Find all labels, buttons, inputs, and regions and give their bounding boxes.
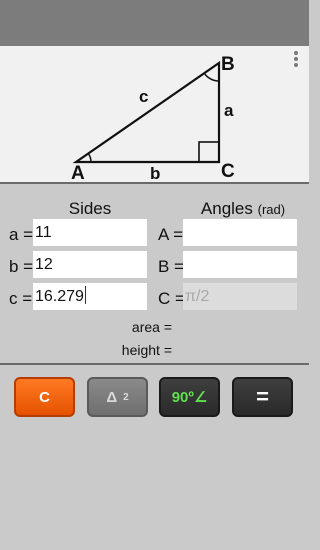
triangle-diagram: A B C a b c [0, 46, 309, 184]
vertex-a-label: A [71, 163, 85, 184]
side-c-field-label: c = [9, 289, 33, 308]
area-label: area = [131, 319, 172, 335]
angles-heading: Angles (rad) [188, 200, 298, 217]
area-button-superscript: 2 [123, 391, 129, 403]
sides-heading: Sides [68, 199, 112, 218]
side-a-label: a [224, 101, 234, 120]
vertex-b-label: B [221, 54, 235, 75]
angle-a-field-label: A = [158, 225, 184, 244]
equals-button[interactable]: = [232, 377, 293, 417]
angle-c-field-label: C = [158, 289, 185, 308]
triangle-shape [72, 60, 221, 164]
angle-c-input: π/2 [183, 283, 297, 310]
side-a-field-label: a = [9, 225, 34, 244]
angle-b-input[interactable] [183, 251, 297, 278]
angles-heading-label: Angles [200, 199, 253, 218]
vertex-c-label: C [221, 161, 235, 182]
side-b-input[interactable]: 12 [33, 251, 147, 278]
right-angle-button[interactable]: 90º∠ [159, 377, 220, 417]
angles-unit-label: (rad) [257, 202, 286, 217]
status-bar [0, 0, 309, 46]
angle-b-field-label: B = [158, 257, 184, 276]
height-label: height = [121, 342, 172, 358]
angle-b-arc [203, 72, 220, 82]
area-button-label: Δ [106, 388, 118, 406]
side-b-field-label: b = [9, 257, 34, 276]
angle-a-arc [87, 152, 92, 163]
side-a-input[interactable]: 11 [33, 219, 147, 246]
side-c-value: 16.279 [35, 288, 84, 305]
area-button[interactable]: Δ2 [87, 377, 148, 417]
clear-button[interactable]: C [14, 377, 75, 417]
section-divider [0, 363, 309, 365]
side-c-label: c [139, 87, 149, 106]
angle-a-input[interactable] [183, 219, 297, 246]
right-angle-marker [198, 141, 220, 163]
side-c-input[interactable]: 16.279 [33, 283, 147, 310]
overflow-menu-icon[interactable] [292, 51, 300, 69]
text-cursor [84, 286, 86, 304]
side-b-label: b [150, 164, 161, 183]
